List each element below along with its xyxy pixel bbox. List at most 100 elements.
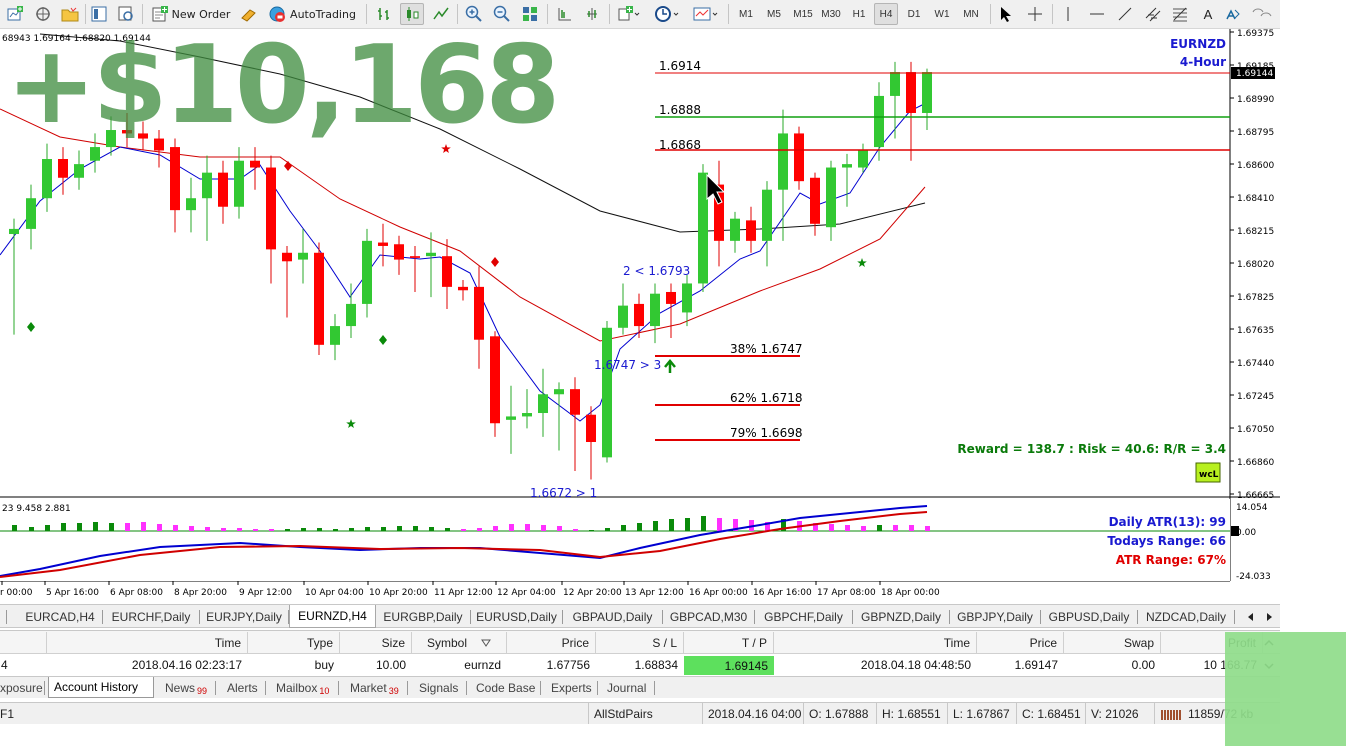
new-order-button[interactable]: New Order [150,3,232,25]
candle-body[interactable] [874,95,884,148]
candle-body[interactable] [42,159,52,199]
candle-body[interactable] [586,414,596,443]
candle-body[interactable] [410,256,420,258]
candle-body[interactable] [186,198,196,211]
candle-body[interactable] [890,72,900,96]
timeframe-h1[interactable]: H1 [848,3,870,25]
tab-news[interactable]: News 99 [165,677,207,698]
chart-shift-icon[interactable] [552,3,576,25]
new-chart-icon[interactable] [4,3,26,25]
candle-body[interactable] [298,252,308,260]
candle-body[interactable] [730,218,740,241]
tab-account-history[interactable]: Account History [48,677,154,698]
col-time2-header[interactable]: Time [774,632,977,653]
chart-tab-eurjpy-daily[interactable]: EURJPY,Daily [200,605,288,628]
candle-body[interactable] [170,147,180,211]
candle-body[interactable] [378,242,388,246]
candle-body[interactable] [346,303,356,327]
tab-experts[interactable]: Experts [551,677,592,698]
chart-tab-eurgbp-daily[interactable]: EURGBP,Daily [376,605,470,628]
profiles-icon[interactable] [32,3,54,25]
col-swap-header[interactable]: Swap [1064,632,1161,653]
zoom-in-icon[interactable] [462,3,486,25]
candle-body[interactable] [906,72,916,113]
timeframe-w1[interactable]: W1 [930,3,954,25]
timeframe-h4[interactable]: H4 [874,3,898,25]
timeframe-mn[interactable]: MN [958,3,984,25]
candle-body[interactable] [266,167,276,250]
candle-body[interactable] [778,133,788,190]
tab-scroll-right-icon[interactable] [1262,605,1276,628]
tab-journal[interactable]: Journal [607,677,646,698]
candle-body[interactable] [362,240,372,304]
col-sl-header[interactable]: S / L [596,632,684,653]
chart-tab-gbpnzd-daily[interactable]: GBPNZD,Daily [853,605,949,628]
tab-market[interactable]: Market 39 [350,677,399,698]
candle-body[interactable] [602,327,612,458]
timeframe-m30[interactable]: M30 [818,3,844,25]
timeframe-d1[interactable]: D1 [902,3,926,25]
candle-body[interactable] [666,291,676,304]
col-ticket-header[interactable] [0,632,47,653]
tab-signals[interactable]: Signals [419,677,458,698]
channel-icon[interactable] [1141,3,1165,25]
data-window-icon[interactable] [115,3,137,25]
candle-body[interactable] [394,244,404,260]
trendline-icon[interactable] [1113,3,1137,25]
vertical-line-icon[interactable] [1056,3,1080,25]
auto-scroll-icon[interactable] [580,3,604,25]
candle-chart-icon[interactable] [400,3,424,25]
candle-body[interactable] [794,133,804,182]
arrows-icon[interactable] [1248,3,1278,25]
col-price-header[interactable]: Price [507,632,596,653]
timeframe-m5[interactable]: M5 [762,3,786,25]
candle-body[interactable] [90,147,100,161]
candle-body[interactable] [490,336,500,424]
candle-body[interactable] [650,293,660,327]
candle-body[interactable] [746,220,756,241]
candle-body[interactable] [618,305,628,328]
zoom-out-icon[interactable] [490,3,514,25]
candle-body[interactable] [218,172,228,207]
market-watch-icon[interactable] [88,3,110,25]
fibonacci-icon[interactable] [1168,3,1192,25]
autotrading-button[interactable]: AutoTrading [265,3,359,25]
bar-chart-icon[interactable] [372,3,396,25]
candle-body[interactable] [234,160,244,207]
chart-tab-gbpusd-daily[interactable]: GBPUSD,Daily [1041,605,1137,628]
periods-icon[interactable] [651,3,683,25]
chart-tab-gbpcad-m30[interactable]: GBPCAD,M30 [663,605,754,628]
indicators-icon[interactable] [614,3,644,25]
crosshair-icon[interactable] [1023,3,1047,25]
chart-tab-eurcad-h4[interactable]: EURCAD,H4 [18,605,102,628]
candle-body[interactable] [570,389,580,415]
meta-editor-icon[interactable] [238,3,260,25]
candle-body[interactable] [474,286,484,340]
horizontal-line-icon[interactable] [1085,3,1109,25]
candle-body[interactable] [58,159,68,178]
candle-body[interactable] [522,413,532,417]
candle-body[interactable] [426,252,436,257]
candle-body[interactable] [9,228,19,235]
candle-body[interactable] [506,416,516,420]
tile-windows-icon[interactable] [518,3,542,25]
candle-body[interactable] [826,167,836,228]
candle-body[interactable] [442,256,452,287]
candle-body[interactable] [922,72,932,113]
text-tool[interactable]: A [1197,3,1219,25]
indicator-pane[interactable] [0,499,1230,581]
cursor-icon[interactable] [994,3,1018,25]
candle-body[interactable] [762,189,772,241]
candle-body[interactable] [554,389,564,395]
tab-code-base[interactable]: Code Base [476,677,535,698]
candle-body[interactable] [810,177,820,224]
col-time-header[interactable]: Time [47,632,248,653]
chart-tab-gbpjpy-daily[interactable]: GBPJPY,Daily [950,605,1040,628]
col-symbol-header[interactable]: Symbol [412,632,507,653]
candle-body[interactable] [250,160,260,168]
col-size-header[interactable]: Size [340,632,412,653]
col-price2-header[interactable]: Price [977,632,1064,653]
col-type-header[interactable]: Type [248,632,340,653]
folder-icon[interactable] [59,3,81,25]
candle-body[interactable] [458,286,468,291]
